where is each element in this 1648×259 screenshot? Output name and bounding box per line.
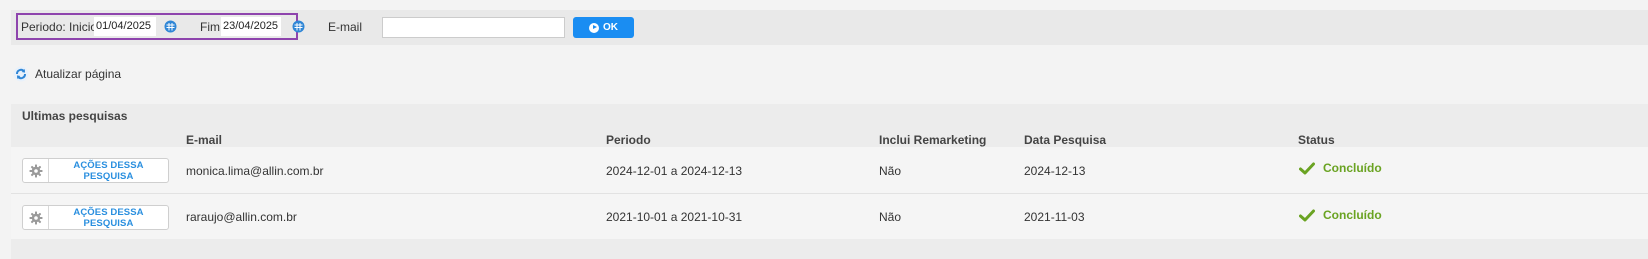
- row-period: 2021-10-01 a 2021-10-31: [606, 210, 743, 224]
- search-actions-button[interactable]: AÇÕES DESSA PESQUISA: [22, 205, 169, 230]
- search-actions-button[interactable]: AÇÕES DESSA PESQUISA: [22, 158, 169, 183]
- column-header-remarketing: Inclui Remarketing: [879, 133, 987, 147]
- gear-icon: [23, 206, 49, 229]
- check-icon: [1299, 209, 1315, 221]
- row-period: 2024-12-01 a 2024-12-13: [606, 164, 743, 178]
- row-remarketing: Não: [879, 210, 902, 224]
- table-row: AÇÕES DESSA PESQUISA raraujo@allin.com.b…: [11, 193, 1648, 239]
- ok-button-label: OK: [603, 22, 618, 33]
- play-icon: [589, 22, 599, 33]
- status-label: Concluído: [1323, 161, 1382, 175]
- search-actions-label: AÇÕES DESSA PESQUISA: [73, 206, 144, 229]
- status-badge: Concluído: [1299, 161, 1382, 175]
- end-label: Fim: [200, 20, 220, 34]
- period-label: Periodo: Inicio: [21, 20, 98, 34]
- row-date: 2024-12-13: [1024, 164, 1086, 178]
- refresh-label: Atualizar página: [35, 67, 122, 81]
- search-actions-label: AÇÕES DESSA PESQUISA: [73, 159, 144, 182]
- row-email: raraujo@allin.com.br: [186, 210, 297, 224]
- table-row: AÇÕES DESSA PESQUISA monica.lima@allin.c…: [11, 147, 1648, 193]
- calendar-icon[interactable]: [292, 20, 305, 33]
- column-header-email: E-mail: [186, 133, 223, 147]
- refresh-link[interactable]: Atualizar página: [13, 66, 121, 82]
- calendar-icon[interactable]: [164, 20, 177, 33]
- email-filter-label: E-mail: [328, 20, 363, 34]
- end-date-field[interactable]: 23/04/2025: [221, 17, 281, 36]
- gear-icon: [23, 159, 49, 182]
- column-header-period: Periodo: [606, 133, 651, 147]
- check-icon: [1299, 162, 1315, 174]
- email-filter-input[interactable]: [382, 17, 565, 38]
- start-date-field[interactable]: 01/04/2025: [94, 17, 156, 36]
- status-badge: Concluído: [1299, 208, 1382, 222]
- row-email: monica.lima@allin.com.br: [186, 164, 324, 178]
- column-header-date: Data Pesquisa: [1024, 133, 1107, 147]
- column-header-status: Status: [1298, 133, 1335, 147]
- ok-button[interactable]: OK: [573, 17, 634, 38]
- row-remarketing: Não: [879, 164, 902, 178]
- panel-title: Ultimas pesquisas: [22, 109, 128, 123]
- refresh-icon: [13, 66, 29, 82]
- row-date: 2021-11-03: [1024, 210, 1085, 224]
- status-label: Concluído: [1323, 208, 1382, 222]
